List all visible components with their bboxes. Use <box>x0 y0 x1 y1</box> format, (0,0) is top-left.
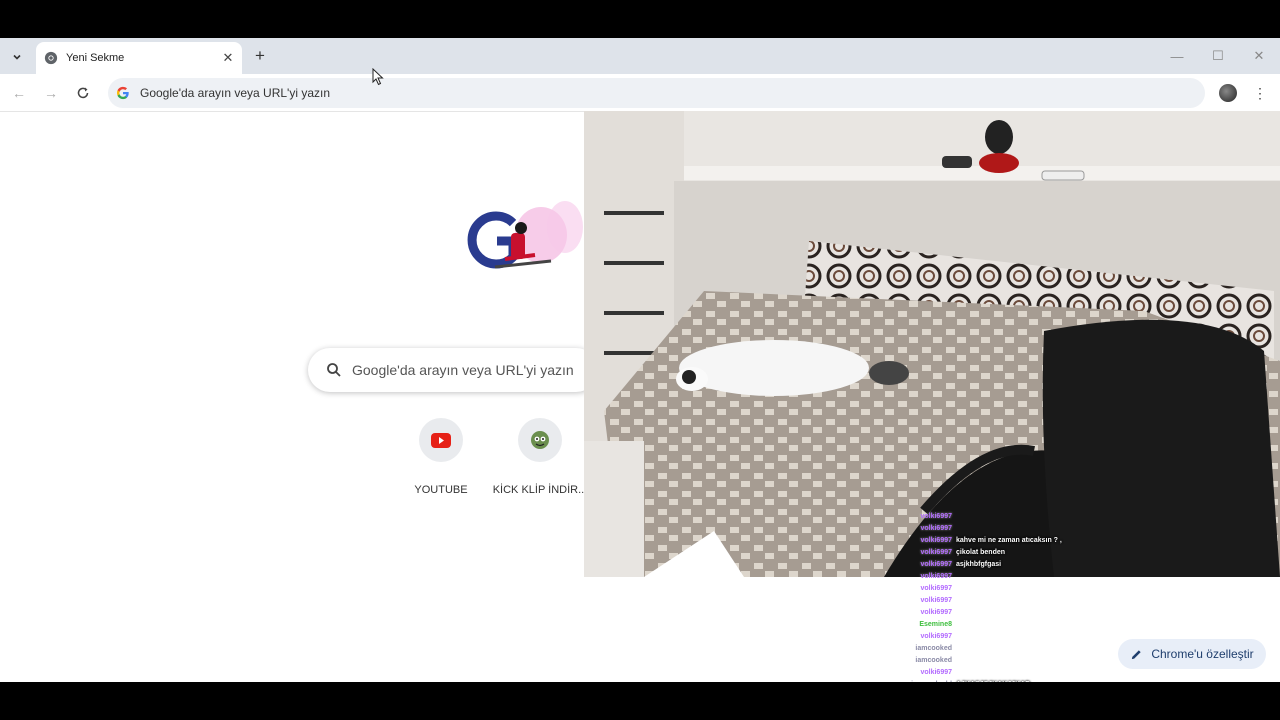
chat-message: iamcooked <box>900 643 1160 655</box>
forward-button[interactable]: → <box>41 83 61 103</box>
chat-username: volki6997 <box>920 633 952 640</box>
kebab-menu-icon[interactable]: ⋮ <box>1252 83 1268 103</box>
tab-title: Yeni Sekme <box>66 52 125 64</box>
ntp-search-placeholder: Google'da arayın veya URL'yi yazın <box>352 362 574 378</box>
chat-message: volki6997 <box>900 595 1160 607</box>
profile-avatar[interactable] <box>1219 84 1237 102</box>
reload-button[interactable] <box>73 83 93 103</box>
address-bar[interactable]: Google'da arayın veya URL'yi yazın <box>108 78 1205 108</box>
reload-icon <box>77 87 89 99</box>
google-g-icon <box>116 86 129 100</box>
new-tab-button[interactable]: + <box>250 46 270 66</box>
shortcut-label: KİCK KLİP İNDİR... <box>492 484 588 496</box>
chrome-icon <box>44 51 58 65</box>
chat-username: Esemine8 <box>919 621 952 628</box>
chat-message: volki6997 <box>900 607 1160 619</box>
address-bar-text: Google'da arayın veya URL'yi yazın <box>140 86 331 100</box>
shortcut-youtube[interactable]: YOUTUBE <box>386 418 496 496</box>
close-icon[interactable]: ✕ <box>220 50 236 66</box>
chat-username: volki6997 <box>920 513 952 520</box>
chat-username: volki6997 <box>920 561 952 568</box>
customize-chrome-label: Chrome'u özelleştir <box>1151 647 1254 661</box>
youtube-icon <box>431 432 451 448</box>
close-window-button[interactable]: ✕ <box>1247 44 1271 68</box>
minimize-button[interactable]: — <box>1165 44 1189 68</box>
chat-text: asjkhbfgfgasi <box>956 561 1002 568</box>
chat-message: volki6997 <box>900 571 1160 583</box>
screen-bottom-border <box>0 682 1280 720</box>
chat-username: volki6997 <box>920 597 952 604</box>
chat-text: çikolat benden <box>956 549 1006 556</box>
chat-message: volki6997 <box>900 523 1160 535</box>
shortcut-tile <box>518 418 562 462</box>
google-doodle[interactable] <box>455 197 585 287</box>
chat-username: volki6997 <box>920 525 952 532</box>
shortcut-label: YOUTUBE <box>414 484 468 496</box>
chat-message: volki6997 asjkhbfgfgasi <box>900 559 1160 571</box>
chat-username: iamcooked <box>915 645 952 652</box>
mouse-cursor-icon <box>372 68 384 86</box>
chat-username: volki6997 <box>920 585 952 592</box>
screen-top-border <box>0 0 1280 38</box>
chat-username: volki6997 <box>920 669 952 676</box>
chat-message: iamcooked <box>900 655 1160 667</box>
kick-icon <box>531 431 549 449</box>
tab-strip: Yeni Sekme ✕ + — ☐ ✕ <box>0 38 1280 74</box>
shortcut-tile <box>419 418 463 462</box>
chat-username: volki6997 <box>920 573 952 580</box>
shortcut-kick-clip[interactable]: KİCK KLİP İNDİR... <box>485 418 595 496</box>
chat-message: volki6997 <box>900 667 1160 679</box>
back-button[interactable]: ← <box>9 83 29 103</box>
search-icon <box>327 363 341 377</box>
chat-username: volki6997 <box>920 609 952 616</box>
chat-message: volki6997 <box>900 511 1160 523</box>
chat-username: iamcooked <box>915 657 952 664</box>
maximize-button[interactable]: ☐ <box>1206 44 1230 68</box>
tab-new-tab[interactable]: Yeni Sekme ✕ <box>36 42 242 74</box>
tab-search-button[interactable] <box>6 46 28 68</box>
chat-message: volki6997 <box>900 583 1160 595</box>
chat-message: volki6997 çikolat benden <box>900 547 1160 559</box>
chat-text: kahve mi ne zaman atıcaksın ? , <box>956 537 1062 544</box>
chat-message: volki6997 <box>900 631 1160 643</box>
chat-username: volki6997 <box>920 537 952 544</box>
ntp-search-box[interactable]: Google'da arayın veya URL'yi yazın <box>308 348 598 392</box>
chat-username: volki6997 <box>920 549 952 556</box>
chat-message: Esemine8 <box>900 619 1160 631</box>
chevron-down-icon <box>13 54 21 60</box>
chat-message: volki6997 kahve mi ne zaman atıcaksın ? , <box>900 535 1160 547</box>
webcam-overlay <box>584 111 1280 577</box>
browser-toolbar: ← → Google'da arayın veya URL'yi yazın ⋮ <box>0 74 1280 112</box>
